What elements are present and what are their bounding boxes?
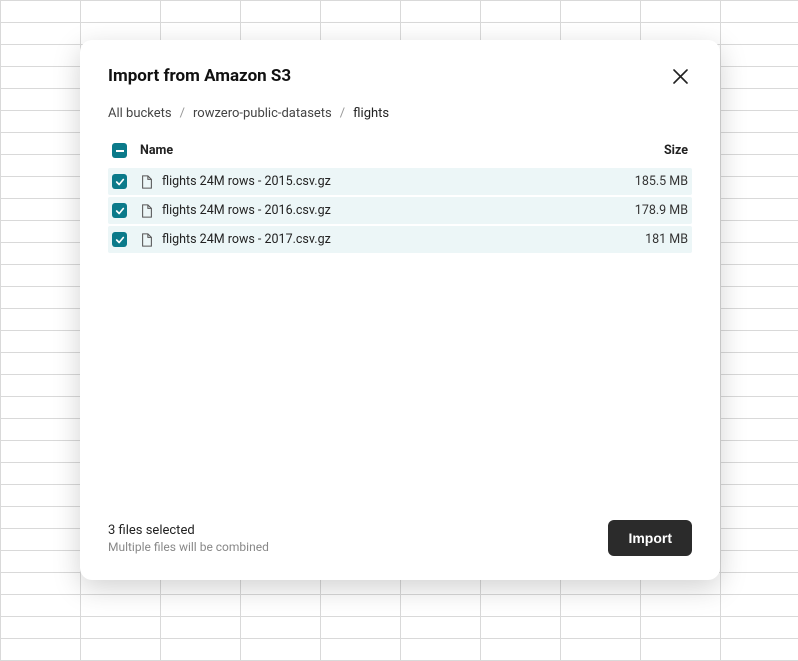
file-name: flights 24M rows - 2016.csv.gz [162,203,331,218]
breadcrumb-current: flights [353,106,389,121]
file-list-header: Name Size [108,135,692,168]
file-list: Name Size flights 24M rows - 2015.csv.gz… [80,121,720,520]
row-checkbox[interactable] [112,174,127,189]
select-all-checkbox[interactable] [112,143,127,158]
close-icon [673,69,688,84]
row-checkbox[interactable] [112,232,127,247]
breadcrumb: All buckets / rowzero-public-datasets / … [80,88,720,121]
selected-count: 3 files selected [108,523,269,538]
file-name: flights 24M rows - 2015.csv.gz [162,174,331,189]
file-icon [140,175,154,189]
modal-footer: 3 files selected Multiple files will be … [80,520,720,580]
column-header-name[interactable]: Name [138,143,598,158]
breadcrumb-bucket[interactable]: rowzero-public-datasets [193,106,332,121]
file-row[interactable]: flights 24M rows - 2015.csv.gz 185.5 MB [108,168,692,195]
row-checkbox[interactable] [112,203,127,218]
breadcrumb-separator: / [180,106,185,121]
file-name: flights 24M rows - 2017.csv.gz [162,232,331,247]
import-button[interactable]: Import [608,520,692,556]
combine-hint: Multiple files will be combined [108,540,269,554]
file-icon [140,233,154,247]
file-icon [140,204,154,218]
file-row[interactable]: flights 24M rows - 2017.csv.gz 181 MB [108,226,692,253]
column-header-size[interactable]: Size [598,143,688,158]
file-row[interactable]: flights 24M rows - 2016.csv.gz 178.9 MB [108,197,692,224]
modal-header: Import from Amazon S3 [80,40,720,88]
import-s3-modal: Import from Amazon S3 All buckets / rowz… [80,40,720,580]
breadcrumb-root[interactable]: All buckets [108,106,172,121]
close-button[interactable] [668,64,692,88]
selection-summary: 3 files selected Multiple files will be … [108,523,269,554]
file-size: 185.5 MB [598,174,688,189]
file-size: 178.9 MB [598,203,688,218]
breadcrumb-separator: / [340,106,345,121]
file-size: 181 MB [598,232,688,247]
modal-title: Import from Amazon S3 [108,66,291,86]
